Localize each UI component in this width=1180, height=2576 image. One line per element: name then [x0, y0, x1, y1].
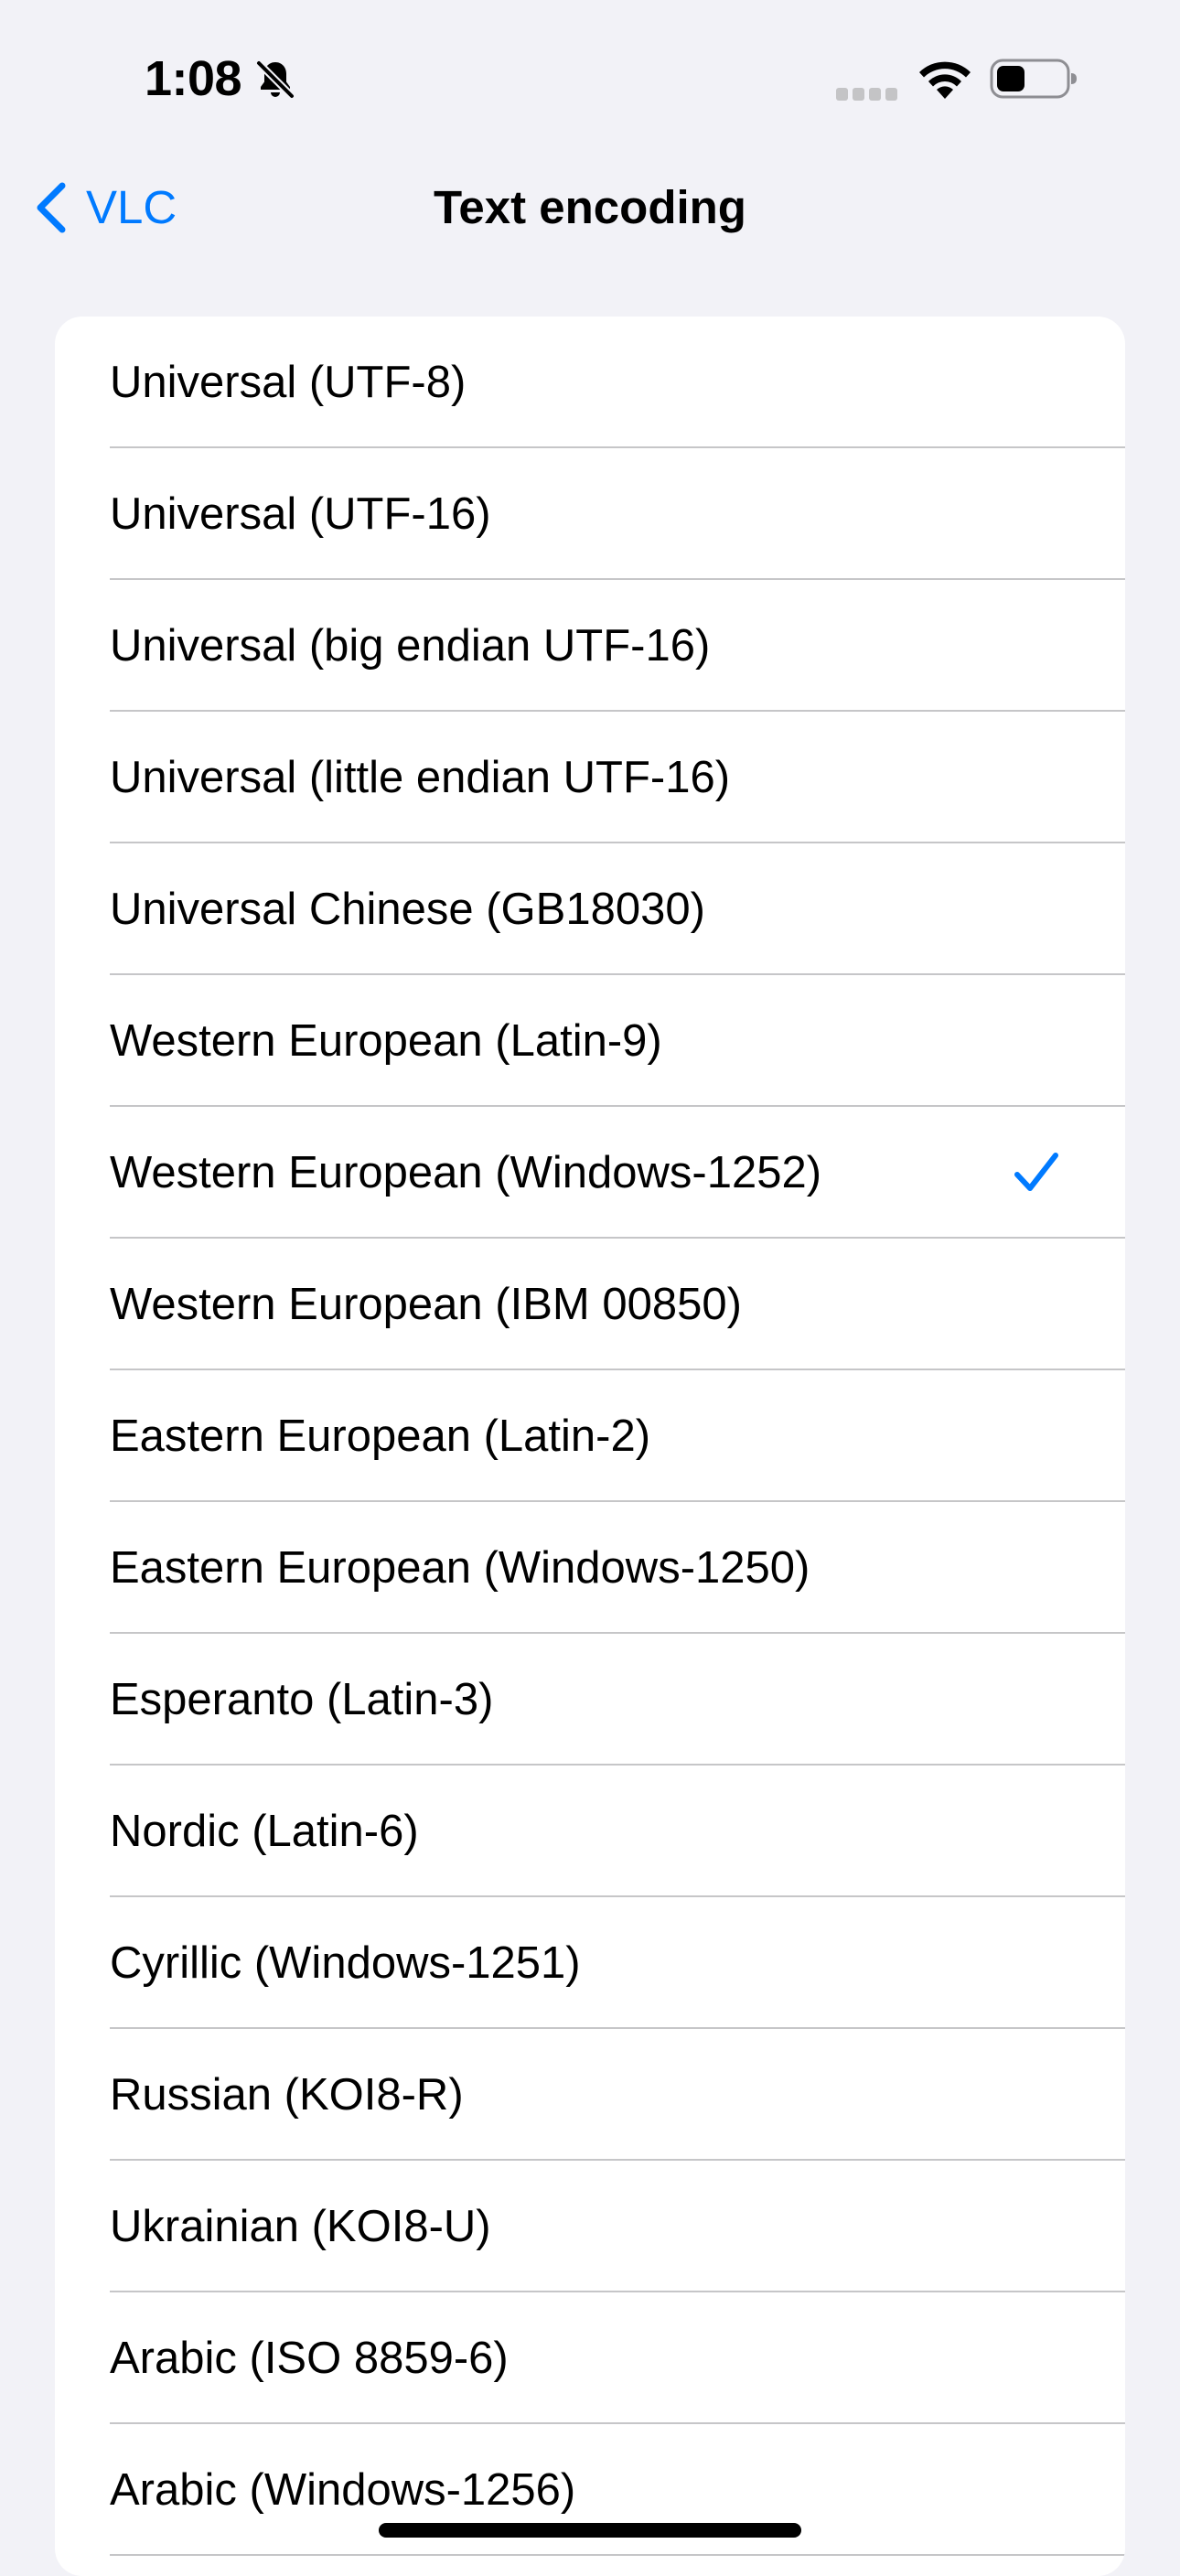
cellular-signal-icon	[836, 88, 897, 101]
page-title: Text encoding	[434, 181, 746, 233]
list-item-encoding[interactable]: Eastern European (Windows-1250)	[55, 1502, 1125, 1634]
list-item-encoding[interactable]: Universal (UTF-8)	[55, 317, 1125, 448]
encoding-label: Universal (big endian UTF-16)	[110, 621, 711, 671]
list-item-encoding[interactable]: Cyrillic (Windows-1251)	[55, 1897, 1125, 2029]
checkmark-icon	[1014, 1153, 1058, 1191]
encoding-label: Universal (little endian UTF-16)	[110, 753, 731, 802]
battery-icon	[990, 59, 1077, 99]
wifi-icon	[919, 61, 971, 99]
list-item-encoding[interactable]: Esperanto (Latin-3)	[55, 1634, 1125, 1766]
list-item-encoding[interactable]: Western European (Latin-9)	[55, 975, 1125, 1107]
navigation-bar: VLC Text encoding	[0, 156, 1180, 261]
status-bar: 1:08	[0, 0, 1180, 156]
list-item-encoding[interactable]: Universal (little endian UTF-16)	[55, 712, 1125, 843]
encoding-label: Eastern European (Latin-2)	[110, 1411, 651, 1461]
list-item-encoding[interactable]: Universal (UTF-16)	[55, 448, 1125, 580]
list-item-encoding[interactable]: Universal (big endian UTF-16)	[55, 580, 1125, 712]
list-item-encoding[interactable]: Western European (IBM 00850)	[55, 1239, 1125, 1370]
encoding-label: Western European (Windows-1252)	[110, 1148, 822, 1197]
encoding-label: Universal Chinese (GB18030)	[110, 885, 705, 934]
list-item-encoding[interactable]: Eastern European (Latin-2)	[55, 1370, 1125, 1502]
encoding-label: Eastern European (Windows-1250)	[110, 1543, 810, 1593]
encoding-label: Arabic (ISO 8859-6)	[110, 2334, 509, 2383]
encoding-label: Russian (KOI8-R)	[110, 2070, 464, 2120]
bell-slash-icon	[255, 59, 295, 100]
home-indicator[interactable]	[379, 2523, 801, 2538]
list-item-encoding[interactable]: Arabic (ISO 8859-6)	[55, 2292, 1125, 2424]
encoding-label: Universal (UTF-16)	[110, 489, 491, 539]
list-item-encoding[interactable]: Universal Chinese (GB18030)	[55, 843, 1125, 975]
encoding-label: Esperanto (Latin-3)	[110, 1675, 494, 1724]
encoding-list: Universal (UTF-8) Universal (UTF-16) Uni…	[55, 317, 1125, 2576]
list-item-encoding[interactable]: Nordic (Latin-6)	[55, 1766, 1125, 1897]
encoding-label: Western European (Latin-9)	[110, 1016, 662, 1066]
encoding-label: Universal (UTF-8)	[110, 358, 467, 407]
list-item-encoding-selected[interactable]: Western European (Windows-1252)	[55, 1107, 1125, 1239]
encoding-label: Western European (IBM 00850)	[110, 1280, 742, 1329]
list-item-encoding[interactable]: Ukrainian (KOI8-U)	[55, 2161, 1125, 2292]
encoding-label: Ukrainian (KOI8-U)	[110, 2202, 491, 2251]
encoding-label: Nordic (Latin-6)	[110, 1807, 419, 1856]
list-item-encoding[interactable]: Russian (KOI8-R)	[55, 2029, 1125, 2161]
encoding-label: Cyrillic (Windows-1251)	[110, 1938, 581, 1988]
encoding-label: Arabic (Windows-1256)	[110, 2465, 576, 2515]
status-time: 1:08	[145, 51, 242, 106]
